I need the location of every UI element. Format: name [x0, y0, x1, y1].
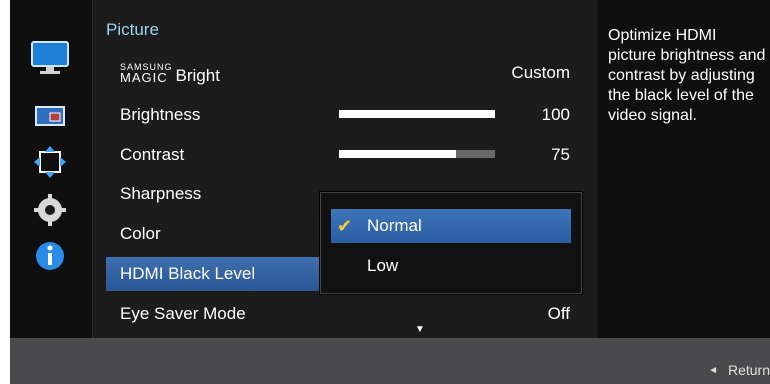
- picture-icon[interactable]: [20, 38, 80, 78]
- magic-bottom-text: MAGIC: [120, 69, 168, 85]
- menu-title: Picture: [106, 20, 159, 39]
- option-normal-label: Normal: [367, 216, 422, 235]
- contrast-value: 75: [551, 145, 570, 164]
- menu-item-hdmi-black-level[interactable]: HDMI Black Level: [106, 257, 322, 291]
- hdmi-black-level-dropdown: ✔ Normal Low: [320, 192, 582, 294]
- eye-saver-mode-label: Eye Saver Mode: [120, 304, 246, 323]
- menu-item-magic-bright[interactable]: SAMSUNG MAGIC Bright Custom: [106, 56, 578, 90]
- contrast-slider[interactable]: [339, 150, 495, 158]
- help-text: Optimize HDMI picture brightness and con…: [608, 27, 766, 124]
- brightness-slider-fill: [339, 110, 495, 118]
- screen-icon[interactable]: [20, 96, 80, 136]
- brightness-slider[interactable]: [339, 110, 495, 118]
- eye-saver-mode-value: Off: [547, 304, 570, 323]
- hdmi-black-level-label: HDMI Black Level: [120, 264, 256, 283]
- menu-item-brightness[interactable]: Brightness 100: [106, 98, 578, 132]
- settings-icon[interactable]: [20, 190, 80, 230]
- option-low[interactable]: Low: [331, 249, 571, 283]
- brightness-value: 100: [541, 105, 570, 124]
- bottom-bar: [10, 338, 770, 384]
- contrast-slider-fill: [339, 150, 456, 158]
- return-hint[interactable]: ◄ Return: [708, 362, 770, 378]
- magic-suffix-text: Bright: [175, 65, 220, 85]
- magic-bright-label: SAMSUNG MAGIC Bright: [120, 62, 220, 85]
- magic-bright-value: Custom: [511, 63, 570, 82]
- color-label: Color: [120, 224, 161, 243]
- return-label: Return: [727, 362, 770, 378]
- option-normal[interactable]: ✔ Normal: [331, 209, 571, 243]
- left-arrow-icon: ◄: [708, 364, 718, 376]
- info-icon[interactable]: [20, 236, 80, 276]
- contrast-label: Contrast: [120, 145, 185, 164]
- menu-item-eye-saver-mode[interactable]: Eye Saver Mode Off: [106, 297, 578, 331]
- menu-item-contrast[interactable]: Contrast 75: [106, 138, 578, 172]
- scroll-down-icon[interactable]: ▼: [415, 324, 425, 335]
- option-low-label: Low: [367, 256, 399, 275]
- brightness-label: Brightness: [120, 105, 201, 124]
- position-icon[interactable]: [20, 142, 80, 182]
- checkmark-icon: ✔: [337, 215, 353, 236]
- sharpness-label: Sharpness: [120, 184, 202, 203]
